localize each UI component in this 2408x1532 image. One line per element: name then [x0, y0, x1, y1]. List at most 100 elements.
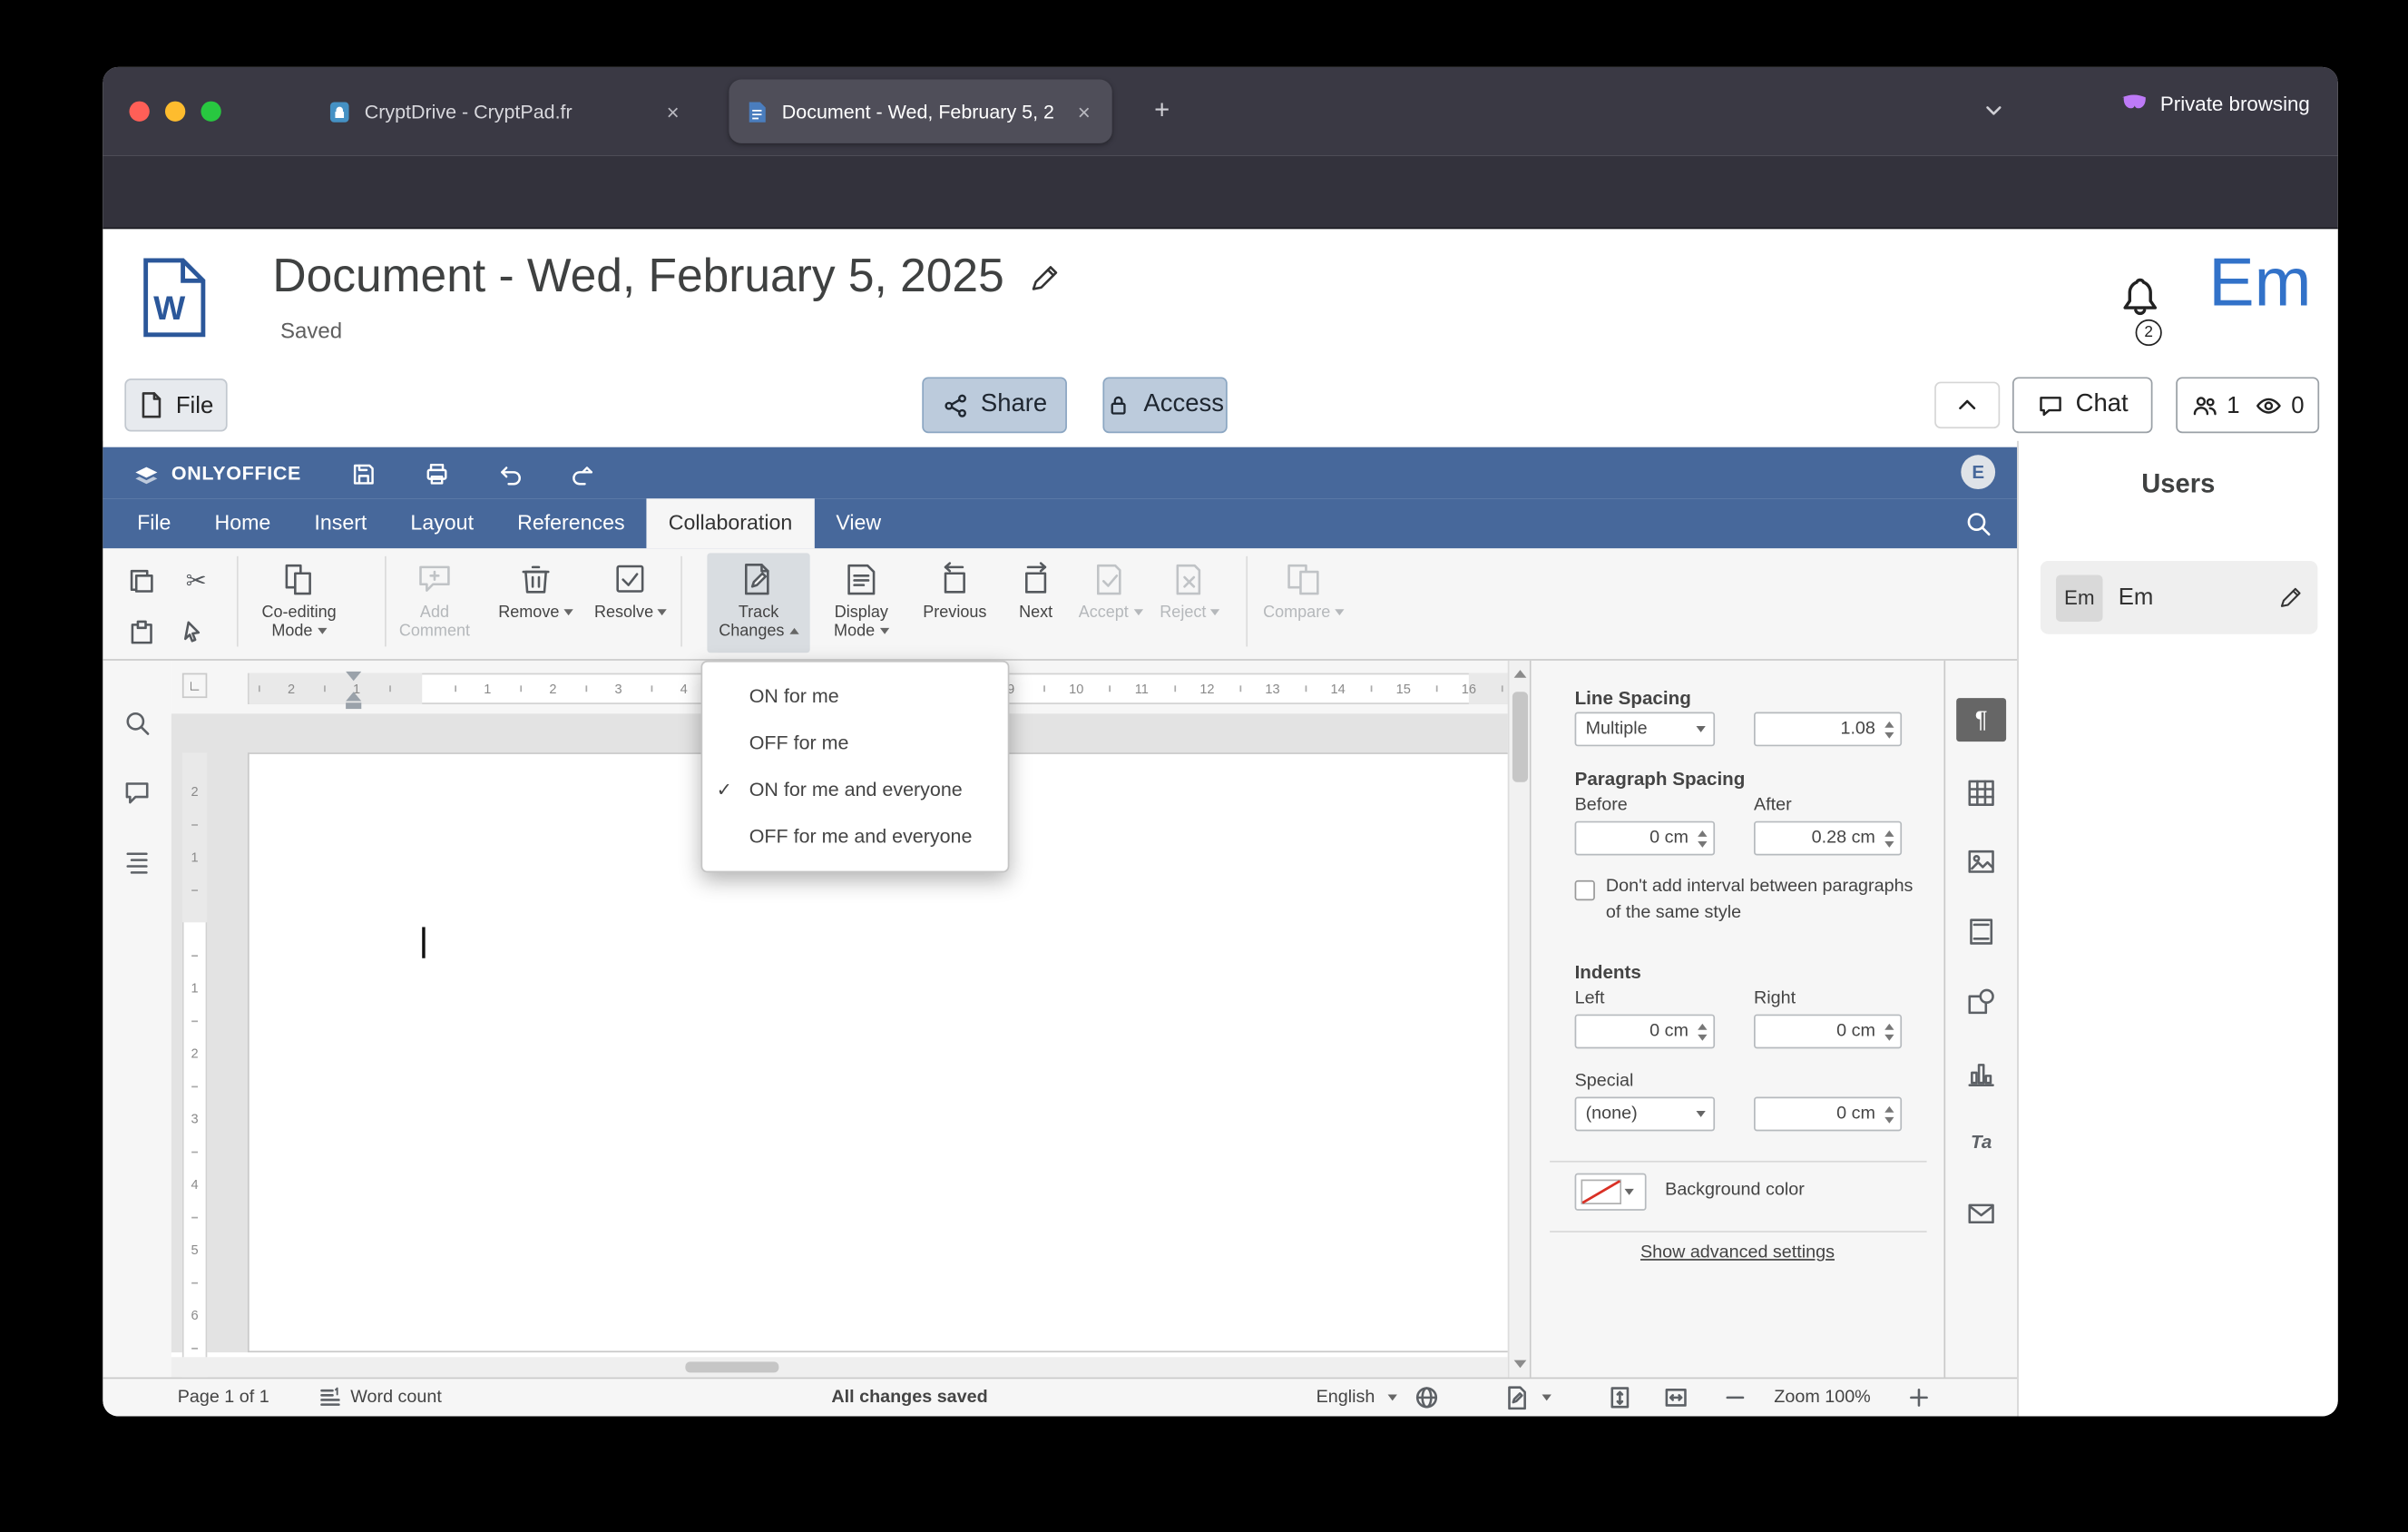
- edit-title-pencil-icon[interactable]: [1029, 262, 1059, 292]
- undo-icon[interactable]: [494, 458, 524, 489]
- vertical-ruler[interactable]: 2 1 1 2 3 4 5 6: [181, 713, 208, 1378]
- language-selector[interactable]: English: [1317, 1379, 1397, 1416]
- track-changes-button[interactable]: Track Changes: [707, 553, 810, 653]
- tab-list-chevron-icon[interactable]: [1982, 98, 2006, 123]
- access-button[interactable]: Access: [1102, 377, 1228, 434]
- track-menu-item[interactable]: ✓ ON for me and everyone: [702, 767, 1007, 814]
- accept-button[interactable]: Accept: [1069, 553, 1153, 653]
- image-settings-icon[interactable]: [1965, 846, 1996, 877]
- menu-tab-file[interactable]: File: [115, 498, 192, 548]
- special-select[interactable]: (none): [1574, 1096, 1716, 1132]
- textart-settings-icon[interactable]: Ta: [1965, 1126, 1996, 1157]
- fit-width-button[interactable]: [1663, 1379, 1688, 1416]
- track-menu-item[interactable]: OFF for me and everyone: [702, 813, 1007, 860]
- spacing-before-spinner[interactable]: 0 cm: [1574, 820, 1716, 856]
- comments-panel-icon[interactable]: [123, 779, 152, 807]
- select-all-icon[interactable]: [176, 613, 217, 653]
- special-by-spinner[interactable]: 0 cm: [1754, 1096, 1903, 1132]
- collapse-toolbar-button[interactable]: [1934, 381, 2001, 429]
- cut-icon[interactable]: ✂: [176, 561, 217, 602]
- share-button[interactable]: Share: [922, 377, 1067, 434]
- save-icon[interactable]: [347, 458, 378, 489]
- paragraph-settings-icon[interactable]: ¶: [1956, 698, 2007, 742]
- fit-page-button[interactable]: [1608, 1379, 1632, 1416]
- indent-right-spinner[interactable]: 0 cm: [1754, 1014, 1903, 1049]
- menu-tab-references[interactable]: References: [495, 498, 647, 548]
- user-avatar[interactable]: Em: [2208, 245, 2311, 323]
- resolve-button[interactable]: Resolve: [587, 553, 674, 653]
- add-comment-button[interactable]: Add Comment: [387, 553, 481, 653]
- track-menu-item[interactable]: OFF for me: [702, 720, 1007, 767]
- scroll-up-arrow[interactable]: [1513, 670, 1527, 678]
- spacing-after-spinner[interactable]: 0.28 cm: [1754, 820, 1903, 856]
- track-menu-item[interactable]: ON for me: [702, 673, 1007, 721]
- window-zoom-button[interactable]: [201, 101, 221, 122]
- line-spacing-amount-spinner[interactable]: 1.08: [1754, 712, 1903, 747]
- menu-tab-home[interactable]: Home: [192, 498, 292, 548]
- menu-tab-insert[interactable]: Insert: [292, 498, 388, 548]
- spellcheck-globe-icon[interactable]: [1414, 1379, 1439, 1416]
- line-spacing-select[interactable]: Multiple: [1574, 712, 1716, 747]
- tab-document-active[interactable]: Document - Wed, February 5, 2 ×: [729, 79, 1112, 143]
- horizontal-scroll-thumb[interactable]: [685, 1361, 779, 1373]
- menu-tab-view[interactable]: View: [814, 498, 903, 548]
- vertical-scrollbar[interactable]: [1507, 660, 1530, 1378]
- user-list-item[interactable]: Em Em: [2040, 561, 2318, 634]
- background-color-button[interactable]: [1574, 1173, 1647, 1211]
- reject-button[interactable]: Reject: [1148, 553, 1232, 653]
- navigation-headings-icon[interactable]: [123, 848, 152, 876]
- previous-change-button[interactable]: Previous: [913, 553, 997, 653]
- shape-settings-icon[interactable]: [1965, 987, 1996, 1017]
- left-indent-marker[interactable]: [346, 692, 362, 702]
- file-button[interactable]: File: [124, 378, 228, 432]
- zoom-level[interactable]: Zoom 100%: [1760, 1379, 1884, 1416]
- display-mode-button[interactable]: Display Mode: [811, 553, 911, 653]
- mail-merge-icon[interactable]: [1965, 1198, 1996, 1229]
- spinner-arrows[interactable]: [1878, 822, 1900, 853]
- editor-user-avatar[interactable]: E: [1961, 455, 1996, 490]
- spinner-arrows[interactable]: [1878, 1016, 1900, 1046]
- scroll-down-arrow[interactable]: [1513, 1360, 1527, 1369]
- notifications-bell-icon[interactable]: [2117, 272, 2164, 319]
- vertical-scroll-thumb[interactable]: [1512, 692, 1529, 782]
- copy-icon[interactable]: [122, 561, 162, 602]
- compare-button[interactable]: Compare: [1257, 553, 1350, 653]
- edit-name-pencil-icon[interactable]: [2279, 585, 2303, 609]
- left-indent-handle[interactable]: [346, 702, 362, 710]
- new-tab-button[interactable]: +: [1143, 89, 1180, 133]
- spinner-arrows[interactable]: [1878, 1098, 1900, 1129]
- horizontal-scrollbar[interactable]: [171, 1357, 1508, 1378]
- track-changes-status-toggle[interactable]: [1504, 1379, 1551, 1416]
- menu-tab-collaboration[interactable]: Collaboration: [646, 498, 815, 549]
- page-indicator[interactable]: Page 1 of 1: [178, 1379, 269, 1416]
- print-icon[interactable]: [421, 458, 452, 489]
- menu-tab-layout[interactable]: Layout: [388, 498, 495, 548]
- document-title[interactable]: Document - Wed, February 5, 2025: [272, 250, 1003, 303]
- indent-left-spinner[interactable]: 0 cm: [1574, 1014, 1716, 1049]
- presence-indicator[interactable]: 1 0: [2176, 377, 2320, 434]
- header-footer-settings-icon[interactable]: [1965, 916, 1996, 947]
- table-settings-icon[interactable]: [1965, 778, 1996, 809]
- tab-cryptdrive[interactable]: CryptDrive - CryptPad.fr ×: [311, 83, 700, 142]
- spinner-arrows[interactable]: [1691, 1016, 1713, 1046]
- tab-stop-selector[interactable]: ∟: [181, 673, 208, 699]
- paste-icon[interactable]: [122, 613, 162, 653]
- remove-button[interactable]: Remove: [492, 553, 579, 653]
- coediting-mode-button[interactable]: Co-editing Mode: [250, 553, 349, 653]
- window-minimize-button[interactable]: [164, 101, 186, 122]
- tab-close-icon[interactable]: ×: [661, 100, 685, 124]
- no-interval-checkbox[interactable]: [1574, 879, 1595, 901]
- tab-close-icon[interactable]: ×: [1072, 99, 1096, 123]
- show-advanced-settings-link[interactable]: Show advanced settings: [1532, 1243, 1944, 1262]
- chat-button[interactable]: Chat: [2012, 377, 2153, 434]
- zoom-in-button[interactable]: [1906, 1379, 1931, 1416]
- chart-settings-icon[interactable]: [1965, 1058, 1996, 1089]
- editor-search-icon[interactable]: [1964, 509, 1992, 537]
- find-icon[interactable]: [123, 709, 152, 737]
- window-close-button[interactable]: [129, 101, 150, 122]
- redo-icon[interactable]: [567, 458, 598, 489]
- word-count-item[interactable]: Word count: [318, 1379, 442, 1416]
- next-change-button[interactable]: Next: [994, 553, 1078, 653]
- first-line-indent-marker[interactable]: [346, 671, 362, 682]
- spinner-arrows[interactable]: [1691, 822, 1713, 853]
